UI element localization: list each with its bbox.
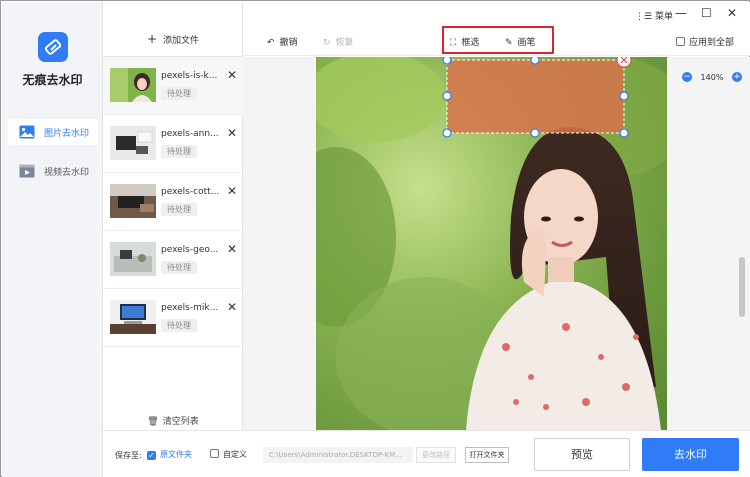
file-thumbnail	[110, 300, 156, 334]
redo-icon: ↻	[323, 38, 331, 48]
trash-icon: 🗑	[147, 417, 159, 427]
app-window: 无痕去水印 图片去水印 视频去水印 + 添加文件 pexels-is-k... …	[0, 0, 750, 477]
checkbox-icon	[676, 37, 685, 46]
file-name: pexels-cott...	[161, 187, 220, 197]
redo-button[interactable]: ↻ 恢复	[323, 35, 354, 48]
remove-watermark-button[interactable]: 去水印	[642, 438, 739, 471]
file-list-panel: + 添加文件 pexels-is-k... 待处理 ✕ pexels-ann...	[103, 2, 243, 430]
apply-all-label: 应用到全部	[689, 38, 735, 48]
minimize-icon[interactable]: —	[675, 6, 687, 20]
clear-list-label: 清空列表	[162, 417, 199, 427]
nav-item-image-watermark[interactable]: 图片去水印	[8, 119, 98, 145]
apply-to-all-checkbox[interactable]: 应用到全部	[676, 35, 734, 48]
nav-item-video-watermark[interactable]: 视频去水印	[8, 158, 98, 184]
file-status-badge: 待处理	[161, 319, 197, 332]
custom-label: 自定义	[223, 450, 247, 459]
undo-label: 撤销	[279, 38, 298, 48]
file-name: pexels-ann...	[161, 129, 219, 139]
image-preview	[316, 57, 667, 430]
checkbox-checked-icon: ✓	[147, 451, 156, 460]
zoom-in-icon[interactable]: +	[731, 72, 742, 82]
nav-item-label: 图片去水印	[44, 129, 90, 139]
photo-content	[316, 57, 667, 430]
zoom-level: 140%	[700, 72, 724, 82]
undo-button[interactable]: ↶ 撤销	[267, 35, 298, 48]
output-path-field[interactable]: C:\Users\Administrator.DESKTOP-KM...	[263, 447, 413, 463]
bottom-bar: 保存至: ✓ 原文件夹 自定义 C:\Users\Administrator.DE…	[103, 430, 750, 477]
video-icon	[19, 164, 35, 178]
file-thumbnail	[110, 68, 156, 102]
original-folder-option[interactable]: ✓ 原文件夹	[147, 449, 192, 460]
file-name: pexels-geo...	[161, 245, 219, 255]
undo-icon: ↶	[267, 38, 275, 48]
clear-list-button[interactable]: 🗑 清空列表	[103, 414, 243, 427]
file-status-badge: 待处理	[161, 145, 197, 158]
remove-file-icon[interactable]: ✕	[227, 184, 237, 198]
file-status-badge: 待处理	[161, 261, 197, 274]
checkbox-icon	[210, 449, 219, 458]
side-nav: 无痕去水印 图片去水印 视频去水印	[2, 2, 103, 477]
image-icon	[19, 125, 35, 139]
image-canvas[interactable]: − 140% +	[243, 57, 750, 430]
remove-file-icon[interactable]: ✕	[227, 68, 237, 82]
file-list-item[interactable]: pexels-mik... 待处理 ✕	[103, 289, 243, 347]
vertical-scrollbar[interactable]	[739, 257, 745, 317]
remove-file-icon[interactable]: ✕	[227, 126, 237, 140]
open-folder-button[interactable]: 打开文件夹	[465, 447, 509, 463]
file-thumbnail	[110, 242, 156, 276]
file-name: pexels-is-k...	[161, 71, 218, 81]
remove-file-icon[interactable]: ✕	[227, 300, 237, 314]
file-status-badge: 待处理	[161, 87, 197, 100]
maximize-icon[interactable]: ☐	[701, 6, 712, 20]
save-to-label: 保存至:	[115, 451, 142, 460]
change-path-button[interactable]: 更改路径	[416, 447, 456, 463]
tool-highlight-box	[442, 26, 554, 54]
file-thumbnail	[110, 184, 156, 218]
file-list-item[interactable]: pexels-geo... 待处理 ✕	[103, 231, 243, 289]
remove-file-icon[interactable]: ✕	[227, 242, 237, 256]
original-folder-label: 原文件夹	[160, 450, 192, 459]
menu-button[interactable]: ⋮☰ 菜单	[635, 9, 673, 22]
nav-item-label: 视频去水印	[44, 168, 90, 178]
zoom-control: − 140% +	[682, 72, 742, 82]
file-list-item[interactable]: pexels-is-k... 待处理 ✕	[103, 57, 243, 115]
file-list-item[interactable]: pexels-ann... 待处理 ✕	[103, 115, 243, 173]
app-name: 无痕去水印	[22, 73, 83, 87]
custom-folder-option[interactable]: 自定义	[210, 449, 247, 460]
file-thumbnail	[110, 126, 156, 160]
add-file-label: 添加文件	[163, 36, 200, 46]
plus-icon: +	[146, 32, 158, 46]
add-file-button[interactable]: + 添加文件	[103, 32, 243, 46]
file-list-item[interactable]: pexels-cott... 待处理 ✕	[103, 173, 243, 231]
preview-button[interactable]: 预览	[534, 438, 630, 471]
menu-label: 菜单	[654, 12, 673, 22]
window-title-bar: ⋮☰ 菜单 — ☐ ✕	[243, 2, 750, 26]
close-icon[interactable]: ✕	[727, 6, 737, 20]
file-status-badge: 待处理	[161, 203, 197, 216]
menu-icon: ⋮☰	[635, 12, 655, 22]
zoom-out-icon[interactable]: −	[682, 72, 692, 82]
file-name: pexels-mik...	[161, 303, 219, 313]
redo-label: 恢复	[335, 38, 354, 48]
app-logo-icon	[38, 32, 68, 62]
